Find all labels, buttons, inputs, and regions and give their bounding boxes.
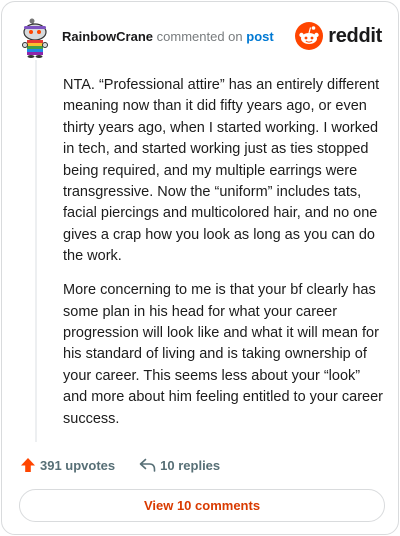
reply-arrow-icon bbox=[139, 458, 156, 472]
comment-card: RainbowCrane commented on post reddit NT… bbox=[1, 1, 399, 535]
snoo-avatar-icon[interactable] bbox=[20, 18, 54, 58]
reddit-logo[interactable]: reddit bbox=[295, 21, 382, 51]
commented-on-label: commented on bbox=[156, 29, 243, 44]
comment-header: RainbowCrane commented on post reddit bbox=[16, 14, 384, 58]
comment-paragraph: More concerning to me is that your bf cl… bbox=[63, 282, 383, 427]
reply-count: 10 replies bbox=[160, 457, 221, 473]
comment-paragraph: NTA. “Professional attire” has an entire… bbox=[63, 77, 380, 265]
reply-button[interactable]: 10 replies bbox=[139, 458, 220, 473]
username-link[interactable]: RainbowCrane bbox=[62, 29, 153, 44]
comment-byline: RainbowCrane commented on post bbox=[62, 29, 274, 45]
thread-line[interactable] bbox=[35, 60, 37, 442]
reddit-snoo-icon bbox=[295, 22, 324, 50]
post-link[interactable]: post bbox=[246, 29, 273, 44]
upvote-button[interactable]: 391 upvotes bbox=[20, 457, 115, 473]
comment-actions: 391 upvotes 10 replies bbox=[20, 455, 220, 475]
upvote-count: 391 upvotes bbox=[40, 457, 116, 473]
upvote-arrow-icon bbox=[21, 458, 35, 472]
reddit-wordmark: reddit bbox=[328, 24, 382, 47]
comment-body: NTA. “Professional attire” has an entire… bbox=[63, 75, 383, 443]
view-comments-button[interactable]: View 10 comments bbox=[19, 489, 385, 522]
